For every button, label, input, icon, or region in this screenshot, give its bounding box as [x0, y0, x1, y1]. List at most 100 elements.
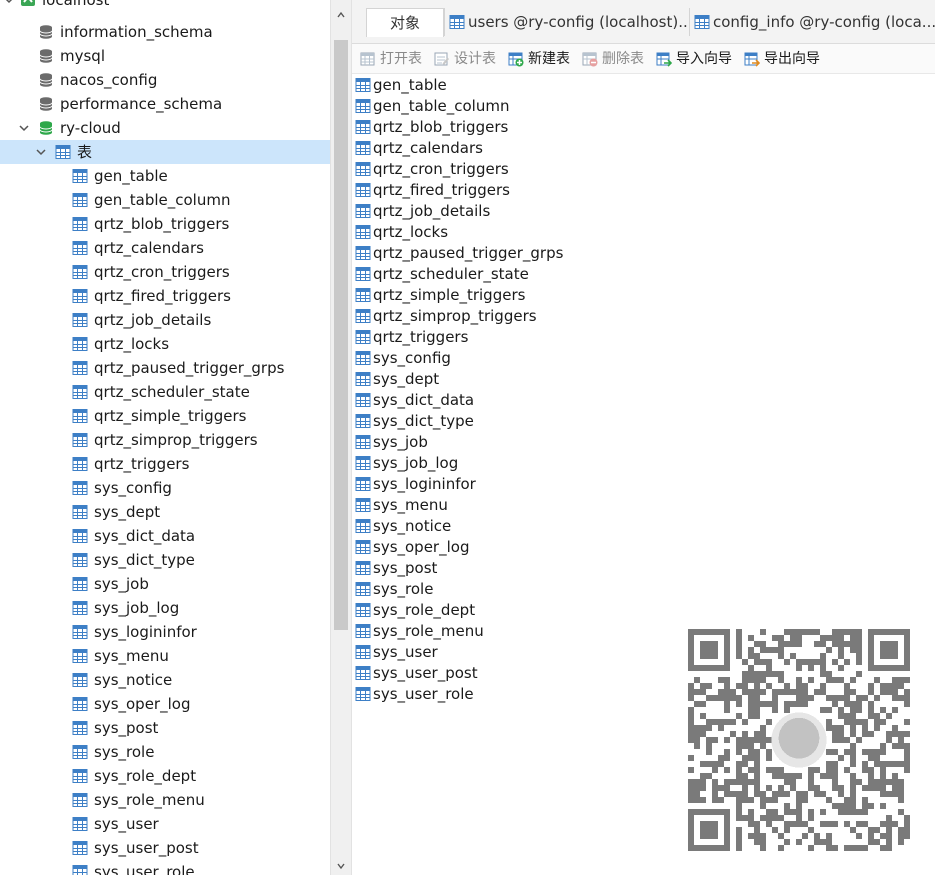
tree-item-table[interactable]: sys_dict_type — [0, 548, 330, 572]
tree-item-table[interactable]: sys_post — [0, 716, 330, 740]
tree-item-ry-cloud[interactable]: ry-cloud — [0, 116, 330, 140]
table-icon — [355, 351, 371, 365]
tab-users[interactable]: users @ry-config (localhost)... — [444, 8, 689, 36]
chevron-down-icon[interactable] — [35, 140, 47, 164]
table-icon — [355, 183, 371, 197]
tree-item-table[interactable]: qrtz_calendars — [0, 236, 330, 260]
object-list-item-label: sys_dict_type — [373, 412, 474, 430]
tree-item-table[interactable]: sys_user — [0, 812, 330, 836]
tree-item-table[interactable]: sys_role_menu — [0, 788, 330, 812]
table-icon — [72, 745, 88, 759]
table-icon — [72, 241, 88, 255]
tree-item-table[interactable]: sys_job_log — [0, 596, 330, 620]
tree-item-table-label: qrtz_simple_triggers — [94, 407, 247, 425]
object-list-item-label: qrtz_fired_triggers — [373, 181, 510, 199]
tree-item-table[interactable]: sys_role — [0, 740, 330, 764]
chevron-down-icon[interactable] — [18, 116, 30, 140]
tree-item-table[interactable]: gen_table_column — [0, 188, 330, 212]
database-icon — [39, 97, 53, 111]
tree-item-database[interactable]: performance_schema — [0, 92, 330, 116]
tree-item-table-label: sys_job — [94, 575, 149, 593]
tree-item-table[interactable]: sys_dept — [0, 500, 330, 524]
scrollbar-thumb[interactable] — [334, 40, 348, 630]
table-icon — [355, 246, 371, 260]
table-icon — [355, 309, 371, 323]
tree-item-table[interactable]: sys_config — [0, 476, 330, 500]
tree-item-table[interactable]: qrtz_simple_triggers — [0, 404, 330, 428]
import-wizard-label: 导入向导 — [676, 51, 732, 67]
tree-item-table[interactable]: gen_table — [0, 164, 330, 188]
tree-item-table[interactable]: sys_notice — [0, 668, 330, 692]
tree-item-table[interactable]: sys_user_role — [0, 860, 330, 875]
tree-item-table[interactable]: qrtz_triggers — [0, 452, 330, 476]
tree-item-table-label: gen_table — [94, 167, 168, 185]
tree-item-table[interactable]: sys_job — [0, 572, 330, 596]
table-icon — [72, 265, 88, 279]
table-icon — [72, 697, 88, 711]
table-icon — [355, 225, 371, 239]
tree-item-connection[interactable]: localhost — [0, 0, 330, 12]
tree-item-database[interactable]: information_schema — [0, 20, 330, 44]
tree-item-table-label: sys_role_dept — [94, 767, 197, 785]
scroll-down-icon[interactable] — [334, 859, 348, 873]
import-wizard-icon — [656, 52, 672, 67]
tree-item-table[interactable]: qrtz_simprop_triggers — [0, 428, 330, 452]
tree-item-table[interactable]: qrtz_fired_triggers — [0, 284, 330, 308]
tree-item-table[interactable]: sys_role_dept — [0, 764, 330, 788]
table-icon — [72, 529, 88, 543]
table-icon — [72, 169, 88, 183]
table-icon — [72, 481, 88, 495]
tree-item-table[interactable]: sys_oper_log — [0, 692, 330, 716]
tree-item-table[interactable]: sys_logininfor — [0, 620, 330, 644]
tree-item-table[interactable]: sys_user_post — [0, 836, 330, 860]
table-icon — [355, 162, 371, 176]
chevron-down-icon[interactable] — [3, 0, 15, 12]
tree-item-tables[interactable]: 表 — [0, 140, 330, 164]
tree-item-table[interactable]: qrtz_job_details — [0, 308, 330, 332]
tree-item-table[interactable]: qrtz_cron_triggers — [0, 260, 330, 284]
table-icon — [72, 385, 88, 399]
object-list-item-label: sys_oper_log — [373, 538, 470, 556]
export-wizard-label: 导出向导 — [764, 51, 820, 67]
object-list-item-label: qrtz_triggers — [373, 328, 469, 346]
tree-item-table[interactable]: qrtz_paused_trigger_grps — [0, 356, 330, 380]
table-icon — [355, 456, 371, 470]
object-toolbar: 打开表 设计表 新建表 删除表 导入向导 导出向导 — [352, 44, 935, 74]
navigator-scrollbar[interactable] — [330, 0, 352, 875]
object-list-item-label: qrtz_blob_triggers — [373, 118, 509, 136]
tree-item-database[interactable]: mysql — [0, 44, 330, 68]
tree-item-table[interactable]: sys_dict_data — [0, 524, 330, 548]
tree-item-table[interactable]: sys_menu — [0, 644, 330, 668]
object-list-item-label: qrtz_scheduler_state — [373, 265, 529, 283]
scroll-up-icon[interactable] — [334, 8, 348, 22]
tab-users-label: users @ry-config (localhost)... — [468, 13, 689, 31]
table-icon — [72, 793, 88, 807]
new-table-label: 新建表 — [528, 51, 570, 67]
database-open-icon — [39, 121, 53, 135]
tab-objects[interactable]: 对象 — [366, 8, 444, 37]
table-icon — [355, 687, 371, 701]
tree-item-table-label: sys_user_post — [94, 839, 199, 857]
table-icon — [72, 433, 88, 447]
object-list-item-label: sys_user — [373, 643, 438, 661]
tree-item-database-label: mysql — [60, 47, 105, 65]
table-icon — [355, 120, 371, 134]
tree-item-table[interactable]: qrtz_blob_triggers — [0, 212, 330, 236]
export-wizard-icon — [744, 52, 760, 67]
table-icon — [72, 721, 88, 735]
design-table-icon — [434, 52, 449, 66]
table-icon — [355, 582, 371, 596]
object-list-item-label: sys_menu — [373, 496, 448, 514]
table-icon — [355, 645, 371, 659]
table-icon — [72, 289, 88, 303]
tree-item-table[interactable]: qrtz_locks — [0, 332, 330, 356]
table-icon — [72, 769, 88, 783]
object-list-item-label: gen_table_column — [373, 97, 510, 115]
tree-item-table-label: qrtz_paused_trigger_grps — [94, 359, 285, 377]
tree-item-database[interactable]: nacos_config — [0, 68, 330, 92]
table-icon — [72, 673, 88, 687]
tree-item-table[interactable]: qrtz_scheduler_state — [0, 380, 330, 404]
table-icon — [355, 288, 371, 302]
tab-config-info[interactable]: config_info @ry-config (loca... — [689, 8, 935, 36]
table-icon — [72, 649, 88, 663]
